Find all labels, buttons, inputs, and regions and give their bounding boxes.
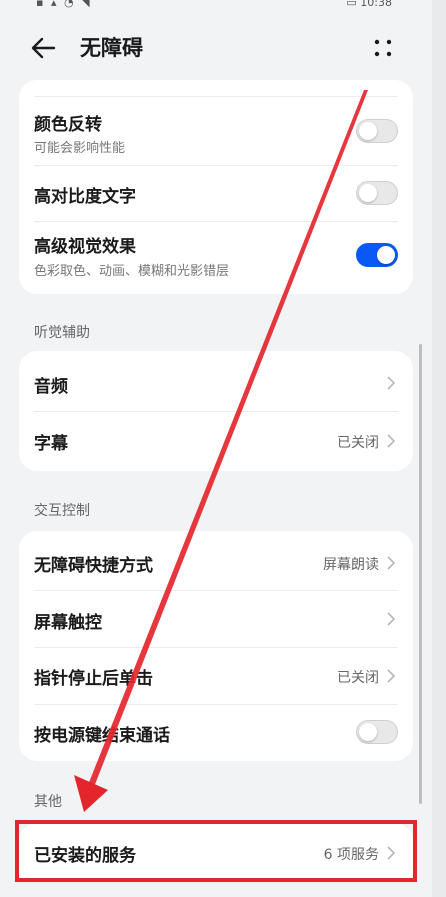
power-key-ends-call-toggle[interactable] <box>356 720 398 744</box>
advanced-visual-effects-toggle[interactable] <box>356 243 398 267</box>
more-button[interactable] <box>370 36 396 60</box>
chevron-right-icon <box>387 434 396 448</box>
row-title: 已安装的服务 <box>34 846 136 866</box>
row-title: 无障碍快捷方式 <box>34 556 153 576</box>
toggle-knob <box>377 246 395 264</box>
vision-settings-card: 颜色反转 可能会影响性能 高对比度文字 高级视觉效果 色彩取色、动画、模糊和光影… <box>19 80 413 294</box>
list-item-power-key-ends-call[interactable]: 按电源键结束通话 <box>19 705 413 761</box>
section-header-other: 其他 <box>34 794 62 810</box>
row-title: 按电源键结束通话 <box>34 726 170 746</box>
row-title: 音频 <box>34 377 68 397</box>
row-title: 颜色反转 <box>34 115 102 135</box>
row-value: 屏幕朗读 <box>323 557 379 573</box>
list-item-subtitles[interactable]: 字幕 已关闭 <box>19 412 413 471</box>
chevron-right-icon <box>387 612 396 626</box>
status-bar: ▪ ▴ ◔ ◥ ▭ 10:38 <box>0 0 446 10</box>
chevron-right-icon <box>387 556 396 570</box>
section-header-interaction: 交互控制 <box>34 503 90 519</box>
row-title: 指针停止后单击 <box>34 669 153 689</box>
row-title: 字幕 <box>34 434 68 454</box>
row-value: 已关闭 <box>337 670 379 686</box>
interaction-settings-card: 无障碍快捷方式 屏幕朗读 屏幕触控 指针停止后单击 已关闭 按电源键结束通话 <box>19 531 413 761</box>
color-inversion-toggle[interactable] <box>356 119 398 143</box>
more-dots-icon <box>374 39 392 57</box>
list-item-color-inversion[interactable]: 颜色反转 可能会影响性能 <box>19 97 413 163</box>
toggle-knob <box>359 723 377 741</box>
list-item-accessibility-shortcut[interactable]: 无障碍快捷方式 屏幕朗读 <box>19 531 413 589</box>
chevron-right-icon <box>387 846 396 860</box>
back-arrow-icon <box>31 37 56 59</box>
list-item-dwell-click[interactable]: 指针停止后单击 已关闭 <box>19 648 413 704</box>
app-bar: 无障碍 <box>0 24 446 72</box>
row-title: 高级视觉效果 <box>34 237 136 257</box>
row-title: 屏幕触控 <box>34 613 102 633</box>
section-header-hearing: 听觉辅助 <box>34 325 90 341</box>
page-title: 无障碍 <box>80 36 143 60</box>
row-subtitle: 可能会影响性能 <box>34 141 126 156</box>
row-title: 高对比度文字 <box>34 187 136 207</box>
row-value: 已关闭 <box>337 435 379 451</box>
list-item-high-contrast-text[interactable]: 高对比度文字 <box>19 166 413 220</box>
status-icons-left: ▪ ▴ ◔ ◥ <box>36 0 92 9</box>
hearing-settings-card: 音频 字幕 已关闭 <box>19 351 413 471</box>
row-value: 6 项服务 <box>323 847 379 863</box>
row-subtitle: 色彩取色、动画、模糊和光影错层 <box>34 264 230 279</box>
toggle-knob <box>359 184 377 202</box>
toggle-knob <box>359 122 377 140</box>
chevron-right-icon <box>387 669 396 683</box>
list-item-audio[interactable]: 音频 <box>19 351 413 411</box>
list-item-installed-services[interactable]: 已安装的服务 6 项服务 <box>19 823 413 881</box>
high-contrast-text-toggle[interactable] <box>356 181 398 205</box>
chevron-right-icon <box>387 376 396 390</box>
right-edge <box>432 0 446 897</box>
other-settings-card: 已安装的服务 6 项服务 <box>19 823 413 881</box>
status-time: ▭ 10:38 <box>346 0 392 9</box>
list-item-screen-touch[interactable]: 屏幕触控 <box>19 591 413 647</box>
arrow-head <box>74 775 108 812</box>
list-item-advanced-visual-effects[interactable]: 高级视觉效果 色彩取色、动画、模糊和光影错层 <box>19 222 413 294</box>
scroll-indicator[interactable] <box>419 344 422 804</box>
back-button[interactable] <box>28 34 60 62</box>
